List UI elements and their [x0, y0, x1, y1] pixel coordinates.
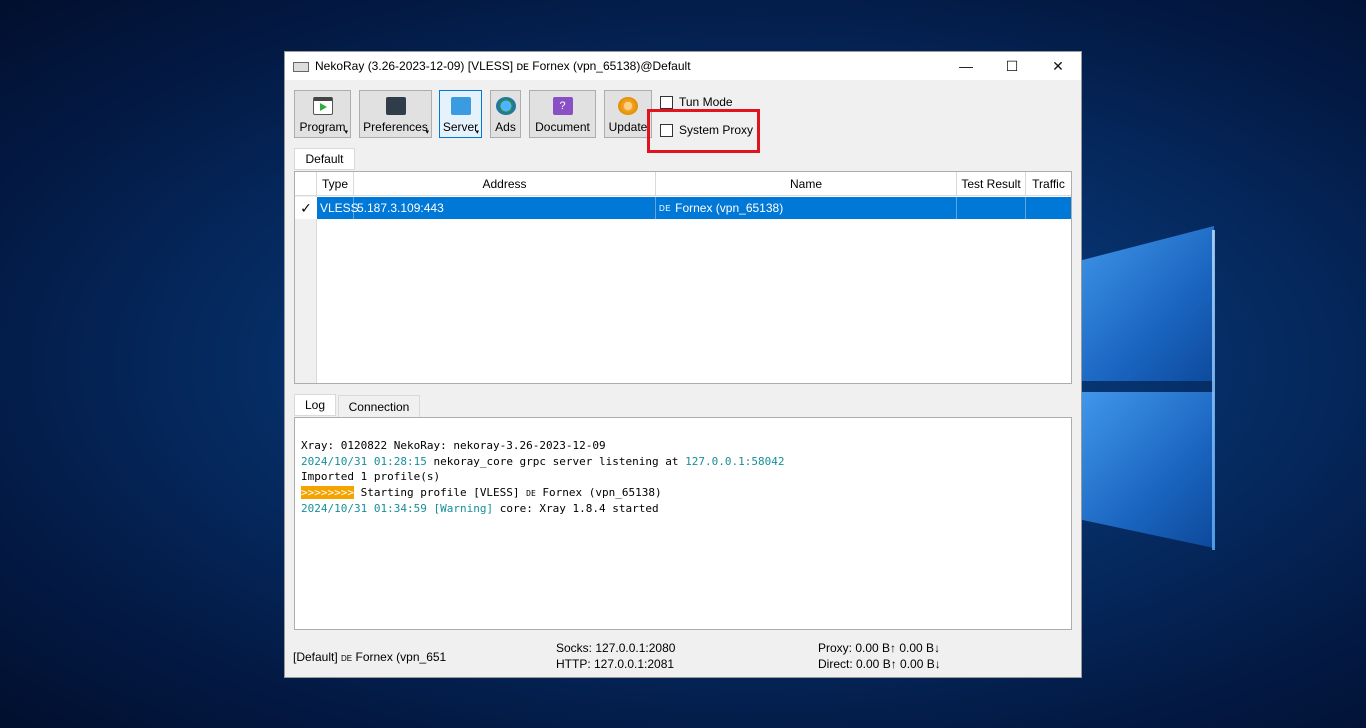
log-line: 2024/10/31 01:28:15 nekoray_core grpc se… [301, 454, 1071, 470]
update-label: Update [608, 120, 648, 134]
flag-de-icon: DE [341, 654, 353, 663]
header-address[interactable]: Address [354, 172, 656, 196]
window-title: NekoRay (3.26-2023-12-09) [VLESS] ᴅᴇ For… [315, 59, 691, 73]
row-header-column [295, 196, 317, 383]
log-text: nekoray_core grpc server listening at [426, 454, 686, 468]
folder-icon [450, 97, 471, 115]
tab-connection[interactable]: Connection [338, 395, 420, 417]
globe-icon [495, 97, 516, 115]
log-text: Starting profile [VLESS] [353, 485, 527, 499]
log-text: Xray: 0120822 NekoRay: nekoray-3.26-2023… [301, 439, 606, 452]
ads-button[interactable]: Ads [490, 90, 521, 138]
status-http: HTTP: 127.0.0.1:2081 [556, 657, 675, 671]
app-icon [293, 60, 309, 72]
server-table: Type Address Name Test Result Traffic ✓ … [294, 171, 1072, 384]
log-line: Xray: 0120822 NekoRay: nekoray-3.26-2023… [301, 438, 1071, 454]
log-output[interactable]: Xray: 0120822 NekoRay: nekoray-3.26-2023… [294, 417, 1072, 630]
table-row[interactable]: ✓ VLESS 5.187.3.109:443 DE Fornex (vpn_6… [295, 197, 1071, 219]
desktop-light-beam [1212, 230, 1215, 550]
preferences-button[interactable]: Preferences ▾ [359, 90, 432, 138]
cell-type: VLESS [317, 197, 359, 219]
log-line: 2024/10/31 01:34:59 [Warning] core: Xray… [301, 501, 1071, 517]
log-text: Imported 1 profile(s) [301, 470, 441, 484]
server-button[interactable]: Server ▾ [439, 90, 482, 138]
maximize-button[interactable]: ☐ [989, 52, 1035, 80]
preferences-label: Preferences [363, 120, 428, 134]
log-address: 127.0.0.1:58042 [685, 454, 785, 468]
header-test-result[interactable]: Test Result [957, 172, 1026, 196]
caption-buttons: — ☐ ✕ [943, 52, 1081, 80]
tun-mode-checkbox[interactable]: Tun Mode [660, 95, 733, 109]
program-menu-indicator: ▾ [344, 129, 348, 136]
tun-mode-box[interactable] [660, 95, 673, 109]
status-group: [Default] [293, 650, 342, 664]
header-corner [295, 172, 317, 196]
document-button[interactable]: ? Document [529, 90, 596, 138]
annotation-highlight-box [647, 109, 760, 153]
desktop-logo-pane-bottom [1082, 392, 1214, 548]
cell-name-text: Fornex (vpn_65138) [675, 201, 784, 215]
status-profile: [Default] DE Fornex (vpn_651 [293, 649, 446, 667]
document-label: Document [535, 120, 590, 134]
log-timestamp: 2024/10/31 01:28:15 [301, 454, 427, 468]
tab-log[interactable]: Log [294, 394, 336, 416]
minimize-button[interactable]: — [943, 52, 989, 80]
group-tab-default[interactable]: Default [294, 148, 355, 170]
log-start-tag: >>>>>>>> [301, 485, 354, 499]
flag-de-icon: DE [659, 203, 672, 213]
log-text: core: Xray 1.8.4 started [493, 502, 659, 516]
program-button[interactable]: Program ▾ [294, 90, 351, 138]
update-button[interactable]: Update [604, 90, 652, 138]
tun-mode-label: Tun Mode [679, 95, 733, 109]
header-name[interactable]: Name [656, 172, 957, 196]
log-text: Fornex (vpn_65138) [535, 485, 662, 499]
log-line: >>>>>>>> Starting profile [VLESS] DE For… [301, 485, 1071, 502]
help-icon: ? [552, 97, 573, 115]
cell-traffic [1026, 197, 1071, 219]
ads-label: Ads [495, 120, 516, 134]
selected-check-icon: ✓ [295, 197, 317, 219]
log-timestamp: 2024/10/31 01:34:59 [301, 502, 427, 516]
cell-test-result [957, 197, 1026, 219]
header-traffic[interactable]: Traffic [1026, 172, 1071, 196]
table-header: Type Address Name Test Result Traffic [295, 172, 1071, 196]
status-traffic: Proxy: 0.00 B↑ 0.00 B↓ Direct: 0.00 B↑ 0… [818, 640, 941, 672]
cell-name: DE Fornex (vpn_65138) [656, 197, 957, 219]
log-warning: [Warning] [426, 502, 494, 516]
nekoray-window: NekoRay (3.26-2023-12-09) [VLESS] ᴅᴇ For… [284, 51, 1082, 678]
desktop-logo-pane-top [1082, 226, 1214, 381]
server-menu-indicator: ▾ [475, 129, 479, 136]
status-direct: Direct: 0.00 B↑ 0.00 B↓ [818, 657, 941, 671]
status-profile-name: Fornex (vpn_651 [352, 650, 447, 664]
program-icon [312, 97, 333, 115]
status-ports: Socks: 127.0.0.1:2080 HTTP: 127.0.0.1:20… [556, 640, 675, 672]
server-label: Server [442, 120, 479, 134]
sliders-icon [385, 97, 406, 115]
program-label: Program [299, 120, 346, 134]
status-socks: Socks: 127.0.0.1:2080 [556, 641, 676, 655]
update-icon [618, 97, 638, 115]
title-bar[interactable]: NekoRay (3.26-2023-12-09) [VLESS] ᴅᴇ For… [285, 52, 1081, 80]
log-line: Imported 1 profile(s) [301, 469, 1071, 485]
flag-de-icon: DE [526, 488, 536, 498]
header-type[interactable]: Type [317, 172, 354, 196]
close-button[interactable]: ✕ [1035, 52, 1081, 80]
preferences-menu-indicator: ▾ [425, 129, 429, 136]
cell-address: 5.187.3.109:443 [354, 197, 656, 219]
status-proxy: Proxy: 0.00 B↑ 0.00 B↓ [818, 641, 941, 655]
